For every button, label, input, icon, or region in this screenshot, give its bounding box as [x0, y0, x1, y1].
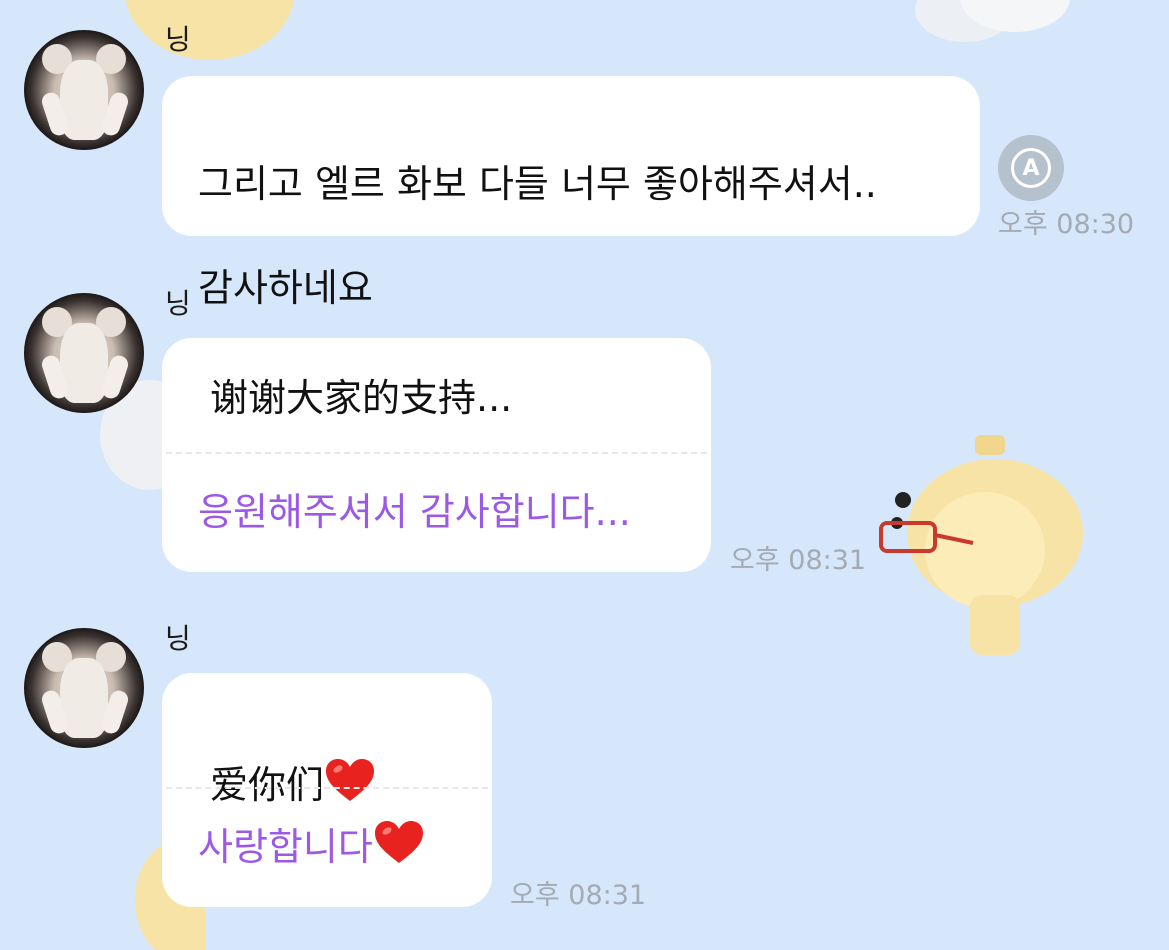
message-timestamp: 오후 08:31 [510, 880, 647, 911]
message-text-line: 그리고 엘르 화보 다들 너무 좋아해주셔서.. [198, 162, 877, 206]
translation-divider [166, 452, 707, 454]
sender-avatar[interactable] [24, 628, 144, 748]
message-bubble[interactable]: 그리고 엘르 화보 다들 너무 좋아해주셔서.. 감사하네요 [162, 76, 980, 533]
message-bubble[interactable]: 谢谢大家的支持... 응원해주셔서 감사합니다... [162, 338, 711, 572]
message-text-line: 감사하네요 [198, 266, 373, 310]
message-timestamp: 오후 08:30 [998, 209, 1135, 240]
translation-divider [166, 787, 488, 789]
background-cloud-top [915, 0, 1070, 42]
message-timestamp: 오후 08:31 [730, 545, 867, 576]
sender-name: 닝 [165, 287, 191, 320]
message-text: 谢谢大家的支持... [210, 376, 513, 420]
sender-avatar[interactable] [24, 30, 144, 150]
translation-text: 응원해주셔서 감사합니다... [198, 490, 631, 534]
sender-name: 닝 [165, 23, 191, 56]
translation-text-content: 사랑합니다 [198, 825, 373, 869]
message-text-content: 爱你们 [210, 763, 325, 807]
message-bubble[interactable]: 爱你们 사랑합니다 [162, 673, 492, 907]
translate-icon-label: A [1022, 155, 1040, 181]
translate-icon[interactable]: A [998, 135, 1064, 201]
sender-name: 닝 [165, 622, 191, 655]
message-text: 爱你们 [210, 705, 376, 818]
translation-text: 사랑합니다 [198, 819, 425, 880]
red-heart-emoji [373, 819, 425, 880]
sender-avatar[interactable] [24, 293, 144, 413]
